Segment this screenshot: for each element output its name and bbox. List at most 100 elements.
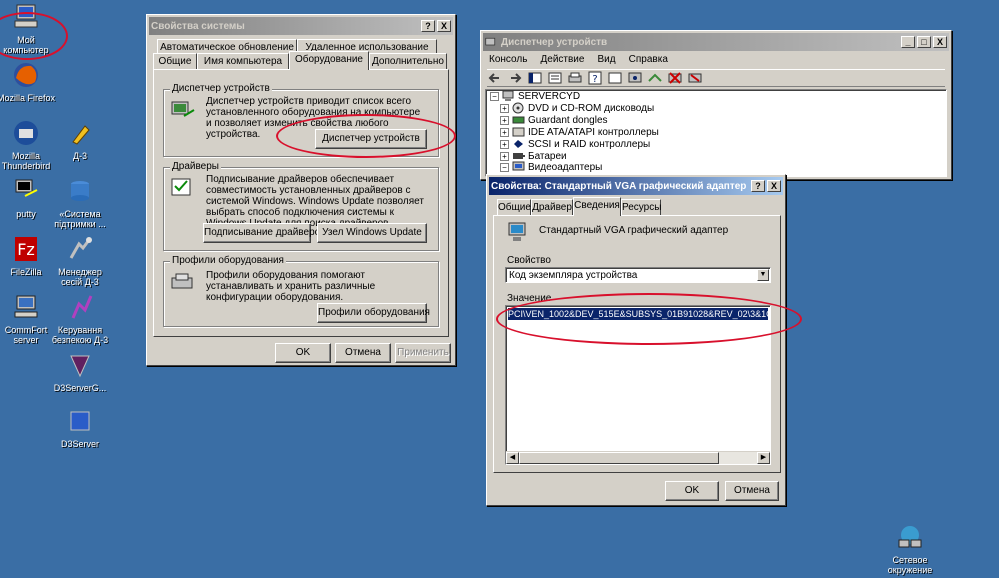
tab-resources[interactable]: Ресурсы — [621, 199, 661, 215]
device-manager-app-icon — [485, 37, 496, 46]
display-icon — [512, 161, 525, 171]
window-title: Диспетчер устройств — [501, 36, 608, 48]
close-button[interactable]: X — [933, 36, 947, 48]
putty-icon — [15, 179, 38, 197]
scan-hardware-icon[interactable] — [627, 71, 643, 85]
value-list[interactable]: PCI\VEN_1002&DEV_515E&SUBSYS_01B91028&RE… — [505, 305, 771, 465]
device-manager-titlebar[interactable]: Диспетчер устройств _ □ X — [483, 33, 949, 51]
vga-properties-titlebar[interactable]: Свойства: Стандартный VGA графический ад… — [489, 177, 783, 195]
thunderbird-icon — [14, 121, 38, 145]
tree-item-display-adapters[interactable]: − Видеоадаптеры — [500, 161, 602, 173]
help-button[interactable]: ? — [421, 20, 435, 32]
expand-toggle[interactable]: + — [500, 127, 509, 137]
vga-properties-window: Свойства: Стандартный VGA графический ад… — [486, 174, 786, 506]
desktop-icon-security[interactable]: Керування безпекою Д-3 — [50, 292, 110, 345]
property-select[interactable]: Код экземпляра устройства ▼ — [505, 267, 771, 283]
firefox-icon — [14, 63, 38, 87]
close-button[interactable]: X — [767, 180, 781, 192]
menu-help[interactable]: Справка — [629, 54, 668, 65]
apply-button[interactable]: Применить — [395, 343, 451, 363]
group-label: Диспетчер устройств — [170, 83, 272, 94]
view-icon[interactable] — [607, 71, 623, 85]
hardware-profiles-icon — [171, 273, 193, 289]
desktop-icon-filezilla[interactable]: Fz FileZilla — [0, 234, 56, 277]
property-select-value: Код экземпляра устройства — [509, 270, 638, 281]
windows-update-button[interactable]: Узел Windows Update — [317, 223, 427, 243]
minimize-button[interactable]: _ — [901, 36, 915, 48]
disable-device-icon[interactable] — [667, 71, 683, 85]
tab-hardware[interactable]: Оборудование — [289, 51, 369, 70]
desktop-icon-network[interactable]: Сетевое окружение — [880, 522, 940, 575]
tree-item-label: SERVERCYD — [518, 90, 581, 102]
tab-general[interactable]: Общие — [497, 199, 531, 215]
expand-toggle[interactable]: + — [500, 151, 509, 161]
help-button[interactable]: ? — [751, 180, 765, 192]
cancel-button[interactable]: Отмена — [725, 481, 779, 501]
tab-advanced[interactable]: Дополнительно — [369, 53, 447, 69]
desktop-icon-d3server[interactable]: D3Server — [50, 406, 110, 449]
chevron-down-icon[interactable]: ▼ — [757, 269, 769, 281]
tab-details[interactable]: Сведения — [573, 197, 621, 216]
scroll-thumb[interactable] — [519, 452, 719, 464]
tree-item-label: Guardant dongles — [528, 114, 608, 126]
svg-text:Fz: Fz — [17, 240, 35, 259]
value-label: Значение — [507, 293, 552, 304]
tree-item-label: Видеоадаптеры — [528, 161, 603, 173]
scroll-right-icon[interactable]: ▶ — [757, 452, 770, 464]
desktop-icon-session-manager[interactable]: Менеджер сесій Д-3 — [50, 234, 110, 287]
collapse-toggle[interactable]: − — [490, 91, 499, 101]
commfort-icon — [14, 295, 38, 318]
desktop-icon-my-computer[interactable]: Мой компьютер — [0, 2, 52, 55]
help-icon[interactable]: ? — [587, 71, 603, 85]
security-icon — [71, 295, 93, 319]
menu-console[interactable]: Консоль — [489, 54, 527, 65]
back-icon[interactable] — [487, 71, 503, 85]
expand-toggle[interactable]: + — [500, 115, 509, 125]
support-system-icon — [71, 181, 89, 201]
tree-item-label: IDE ATA/ATAPI контроллеры — [528, 126, 659, 138]
tree-item-guardant[interactable]: + Guardant dongles — [500, 114, 608, 126]
maximize-button[interactable]: □ — [917, 36, 931, 48]
menu-view[interactable]: Вид — [598, 54, 616, 65]
properties-icon[interactable] — [547, 71, 563, 85]
horizontal-scrollbar[interactable]: ◀ ▶ — [506, 451, 770, 464]
menu-action[interactable]: Действие — [540, 54, 584, 65]
ok-button[interactable]: OK — [275, 343, 331, 363]
ok-button[interactable]: OK — [665, 481, 719, 501]
collapse-toggle[interactable]: − — [500, 162, 509, 172]
system-properties-titlebar[interactable]: Свойства системы ? X — [149, 17, 453, 35]
uninstall-device-icon[interactable] — [687, 71, 703, 85]
cancel-button[interactable]: Отмена — [335, 343, 391, 363]
desktop-icon-d3[interactable]: Д-3 — [50, 118, 110, 161]
desktop-icon-firefox[interactable]: Mozilla Firefox — [0, 60, 56, 103]
scsi-icon — [514, 140, 523, 148]
tab-general[interactable]: Общие — [153, 53, 197, 69]
desktop-icon-putty[interactable]: putty — [0, 176, 56, 219]
tab-computer-name[interactable]: Имя компьютера — [197, 53, 289, 69]
group-label: Драйверы — [170, 161, 221, 172]
value-list-item-selected[interactable]: PCI\VEN_1002&DEV_515E&SUBSYS_01B91028&RE… — [508, 308, 768, 320]
tree-item-computer[interactable]: − SERVERCYD — [490, 90, 580, 102]
tree-item-scsi[interactable]: + SCSI и RAID контроллеры — [500, 138, 650, 150]
window-title: Свойства: Стандартный VGA графический ад… — [491, 180, 747, 192]
scroll-left-icon[interactable]: ◀ — [506, 452, 519, 464]
desktop-icon-commfort[interactable]: CommFort server — [0, 292, 56, 345]
desktop-icon-d3serverg[interactable]: D3ServerG... — [50, 350, 110, 393]
tree-item-label: DVD и CD-ROM дисководы — [528, 102, 655, 114]
device-manager-button[interactable]: Диспетчер устройств — [315, 129, 427, 149]
close-button[interactable]: X — [437, 20, 451, 32]
system-properties-window: Свойства системы ? X Автоматическое обно… — [146, 14, 456, 366]
console-tree-icon[interactable] — [527, 71, 543, 85]
desktop-icon-support-system[interactable]: «Система підтримки ... — [50, 176, 110, 229]
update-driver-icon[interactable] — [647, 71, 663, 85]
forward-icon[interactable] — [507, 71, 523, 85]
expand-toggle[interactable]: + — [500, 103, 509, 113]
tree-item-dvd[interactable]: + DVD и CD-ROM дисководы — [500, 102, 654, 114]
tree-item-ide[interactable]: + IDE ATA/ATAPI контроллеры — [500, 126, 659, 138]
desktop-icon-thunderbird[interactable]: Mozilla Thunderbird — [0, 118, 56, 171]
print-icon[interactable] — [567, 71, 583, 85]
hardware-profiles-button[interactable]: Профили оборудования — [317, 303, 430, 323]
driver-signing-button[interactable]: Подписывание драйверов — [203, 223, 326, 243]
expand-toggle[interactable]: + — [500, 139, 509, 149]
tab-driver[interactable]: Драйвер — [531, 199, 573, 215]
